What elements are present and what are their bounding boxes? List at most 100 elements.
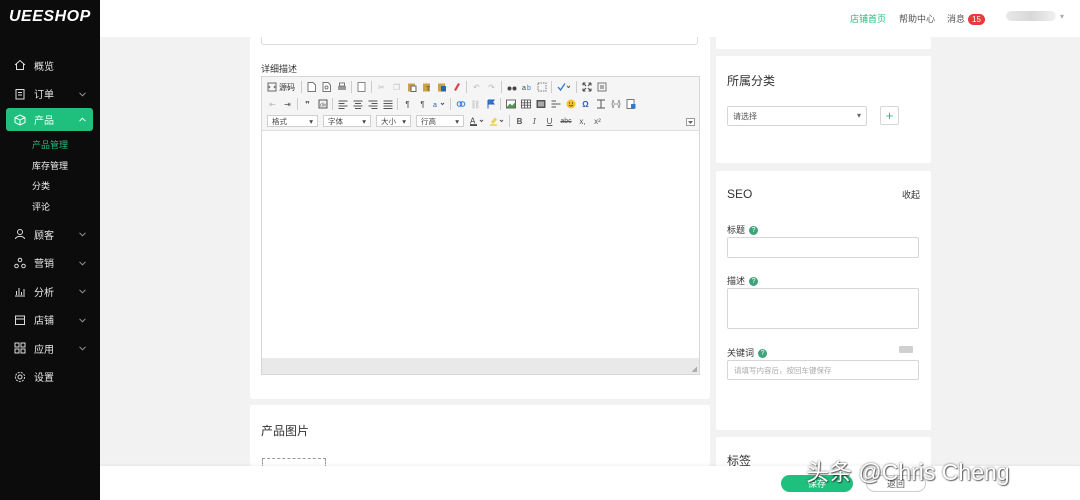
- seo-collapse-link[interactable]: 收起: [902, 188, 920, 201]
- link-icon[interactable]: [455, 99, 466, 110]
- find-icon[interactable]: [506, 82, 517, 93]
- resize-handle-icon[interactable]: ◢: [692, 365, 697, 373]
- messages-link[interactable]: 消息 15: [947, 12, 985, 25]
- size-select[interactable]: 大小 ▾: [376, 115, 411, 127]
- sidebar-item-label: 店铺: [34, 316, 54, 328]
- select-all-icon[interactable]: [536, 82, 547, 93]
- chevron-down-icon[interactable]: ▾: [1060, 12, 1064, 21]
- seo-keywords-input[interactable]: 请填写内容后，按回车键保存: [727, 360, 919, 380]
- toolbar-separator: [371, 81, 372, 93]
- seo-description-textarea[interactable]: [727, 288, 919, 329]
- sidebar-item-products[interactable]: 产品: [6, 108, 93, 131]
- flash-media-icon[interactable]: [535, 99, 546, 110]
- special-char-icon[interactable]: Ω: [580, 99, 591, 110]
- add-category-button[interactable]: +: [880, 106, 899, 125]
- iframe-icon[interactable]: [595, 99, 606, 110]
- editor-content-area[interactable]: [262, 131, 699, 358]
- anchor-flag-icon[interactable]: [485, 99, 496, 110]
- new-page-icon[interactable]: [306, 82, 317, 93]
- toolbar-separator: [500, 98, 501, 110]
- template-icon[interactable]: [356, 82, 367, 93]
- cut-icon[interactable]: ✂: [376, 82, 387, 93]
- paste-word-icon[interactable]: [436, 82, 447, 93]
- sidebar-item-customers[interactable]: 顾客: [0, 220, 100, 249]
- toolbar-separator: [397, 98, 398, 110]
- previous-right-card: [716, 37, 931, 49]
- marketing-icon: [13, 256, 27, 270]
- preview-icon[interactable]: [321, 82, 332, 93]
- sidebar-item-settings[interactable]: 设置: [0, 363, 100, 392]
- show-blocks-icon[interactable]: [596, 82, 607, 93]
- brand-logo[interactable]: UEESHOP: [9, 8, 91, 26]
- store-home-link[interactable]: 店铺首页: [850, 12, 886, 25]
- background-color-icon[interactable]: [489, 116, 505, 127]
- code-snippet-icon[interactable]: [625, 99, 636, 110]
- help-icon[interactable]: ?: [758, 349, 768, 359]
- toolbar-row-1: 源码 ✂ ❐ T ↶ ↷ ab: [267, 79, 611, 95]
- box-icon: [13, 113, 27, 127]
- svg-text:a: a: [522, 85, 526, 92]
- sidebar-item-analytics[interactable]: 分析: [0, 277, 100, 306]
- subnav-item-reviews[interactable]: 评论: [0, 197, 100, 218]
- underline-button[interactable]: U: [544, 116, 555, 127]
- align-justify-icon[interactable]: [382, 99, 393, 110]
- line-height-select[interactable]: 行高 ▾: [416, 115, 464, 127]
- toolbar-separator: [576, 81, 577, 93]
- subnav-item-inventory[interactable]: 库存管理: [0, 156, 100, 177]
- help-icon[interactable]: ?: [749, 277, 759, 287]
- paste-icon[interactable]: [406, 82, 417, 93]
- blockquote-icon[interactable]: ❞: [302, 99, 313, 110]
- collapse-toolbar-button[interactable]: [686, 118, 695, 126]
- outdent-icon[interactable]: ⇤: [267, 99, 278, 110]
- align-center-icon[interactable]: [352, 99, 363, 110]
- sidebar-item-marketing[interactable]: 营销: [0, 249, 100, 278]
- print-icon[interactable]: [336, 82, 347, 93]
- align-right-icon[interactable]: [367, 99, 378, 110]
- sidebar-item-orders[interactable]: 订单: [0, 80, 100, 109]
- chevron-down-icon: [79, 258, 86, 269]
- spellcheck-icon[interactable]: [556, 82, 572, 93]
- sidebar-item-apps[interactable]: 应用: [0, 334, 100, 363]
- align-left-icon[interactable]: [337, 99, 348, 110]
- remove-format-icon[interactable]: [451, 82, 462, 93]
- undo-icon[interactable]: ↶: [471, 82, 482, 93]
- redo-icon[interactable]: ↷: [486, 82, 497, 93]
- subscript-button[interactable]: x,: [577, 116, 588, 127]
- italic-button[interactable]: I: [529, 116, 540, 127]
- source-button[interactable]: 源码: [267, 82, 295, 93]
- toolbar-separator: [450, 98, 451, 110]
- keywords-tag-toggle[interactable]: [899, 346, 913, 353]
- language-icon[interactable]: a: [432, 99, 446, 110]
- paste-text-icon[interactable]: T: [421, 82, 432, 93]
- message-count-badge: 15: [968, 14, 985, 25]
- user-avatar-name[interactable]: [1006, 11, 1056, 21]
- help-icon[interactable]: ?: [749, 226, 759, 236]
- unlink-icon[interactable]: ⛓: [470, 99, 481, 110]
- ltr-icon[interactable]: ¶: [402, 99, 413, 110]
- help-center-link[interactable]: 帮助中心: [899, 12, 935, 25]
- seo-title-input[interactable]: [727, 237, 919, 258]
- category-select[interactable]: 请选择 ▾: [727, 106, 867, 126]
- superscript-button[interactable]: x²: [592, 116, 603, 127]
- indent-icon[interactable]: ⇥: [282, 99, 293, 110]
- page-break-icon[interactable]: [610, 99, 621, 110]
- table-icon[interactable]: [520, 99, 531, 110]
- bold-button[interactable]: B: [514, 116, 525, 127]
- rtl-icon[interactable]: ¶: [417, 99, 428, 110]
- font-select[interactable]: 字体 ▾: [323, 115, 371, 127]
- image-icon[interactable]: [505, 99, 516, 110]
- sidebar-item-store[interactable]: 店铺: [0, 306, 100, 335]
- subnav-item-category[interactable]: 分类: [0, 176, 100, 197]
- strikethrough-button[interactable]: abc: [559, 116, 573, 127]
- seo-title-label: 标题?: [727, 223, 759, 236]
- sidebar-item-overview[interactable]: 概览: [0, 51, 100, 80]
- div-container-icon[interactable]: div: [317, 99, 328, 110]
- subnav-item-product-management[interactable]: 产品管理: [0, 135, 100, 156]
- copy-icon[interactable]: ❐: [391, 82, 402, 93]
- horizontal-rule-icon[interactable]: [550, 99, 561, 110]
- emoji-icon[interactable]: [565, 99, 576, 110]
- replace-icon[interactable]: ab: [521, 82, 532, 93]
- format-select[interactable]: 格式 ▾: [267, 115, 318, 127]
- maximize-icon[interactable]: [581, 82, 592, 93]
- text-color-icon[interactable]: A: [469, 116, 485, 127]
